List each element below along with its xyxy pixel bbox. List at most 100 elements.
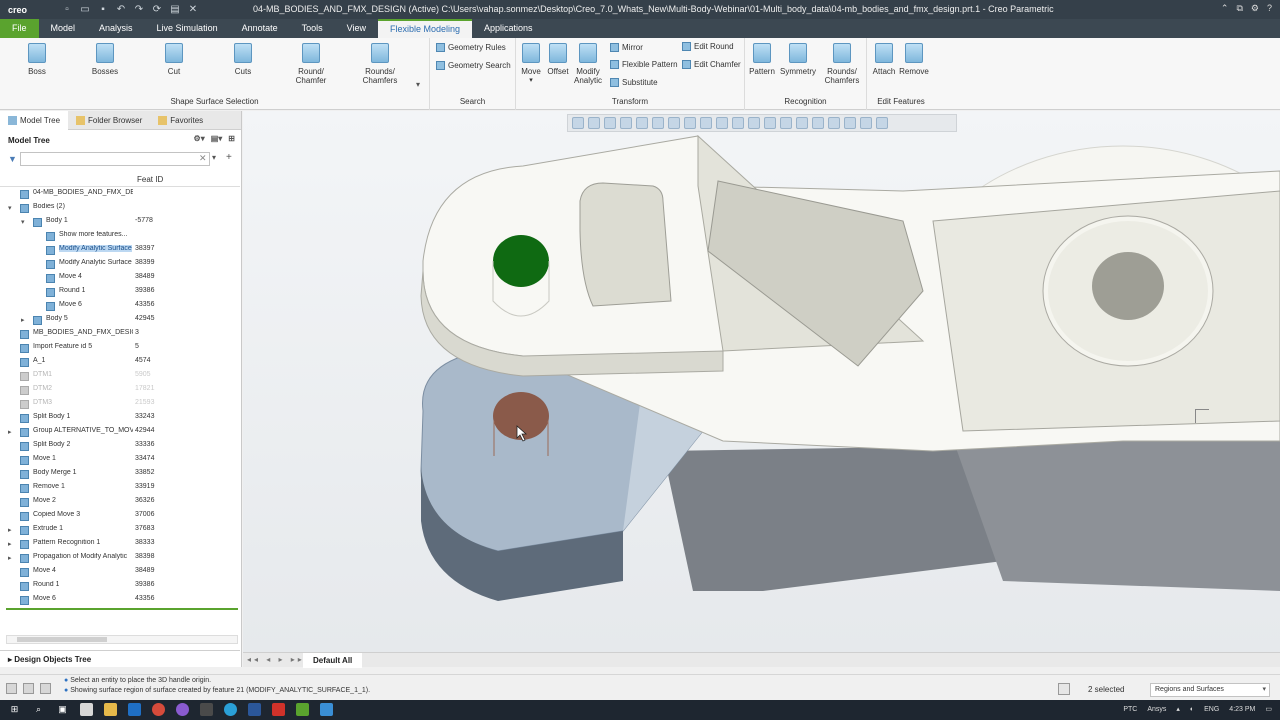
cuts-button[interactable]: Cuts bbox=[218, 43, 268, 76]
rounds-chamfers-button[interactable]: Rounds/ Chamfers bbox=[355, 43, 405, 85]
mirror-button[interactable]: Mirror bbox=[610, 43, 643, 52]
undo-icon[interactable]: ↶ bbox=[115, 4, 127, 16]
tree-row[interactable]: Move 2 36326 bbox=[0, 495, 240, 509]
tree-row[interactable]: Copied Move 3 37006 bbox=[0, 509, 240, 523]
toggle-navigator-icon[interactable] bbox=[6, 683, 17, 694]
tree-search-input[interactable] bbox=[20, 152, 210, 166]
notifications-icon[interactable]: ▭ bbox=[1265, 705, 1272, 713]
3d-model-view[interactable] bbox=[243, 111, 1280, 652]
expand-toggle-icon[interactable]: ▸ bbox=[8, 554, 15, 562]
tab-favorites[interactable]: Favorites bbox=[150, 111, 211, 130]
tab-live-simulation[interactable]: Live Simulation bbox=[145, 19, 230, 38]
tree-row[interactable]: Move 4 38489 bbox=[0, 565, 240, 579]
new-icon[interactable]: ▫ bbox=[61, 4, 73, 16]
tree-row[interactable]: Show more features... bbox=[0, 229, 240, 243]
tree-filter-icon[interactable]: ⊞ bbox=[228, 134, 235, 143]
tab-applications[interactable]: Applications bbox=[472, 19, 545, 38]
symmetry-button[interactable]: Symmetry bbox=[773, 43, 823, 76]
tab-folder-browser[interactable]: Folder Browser bbox=[68, 111, 150, 130]
redo-icon[interactable]: ↷ bbox=[133, 4, 145, 16]
scrollbar-thumb[interactable] bbox=[17, 637, 107, 642]
tree-row[interactable]: Move 6 43356 bbox=[0, 299, 240, 313]
close-window-icon[interactable]: ✕ bbox=[187, 4, 199, 16]
tree-row[interactable]: Import Feature id 5 5 bbox=[0, 341, 240, 355]
chrome-icon[interactable] bbox=[152, 703, 165, 716]
tree-row[interactable]: ▸ Propagation of Modify Analytic 38398 bbox=[0, 551, 240, 565]
tab-flexible-modeling[interactable]: Flexible Modeling bbox=[377, 19, 473, 38]
edit-chamfer-button[interactable]: Edit Chamfer bbox=[682, 60, 741, 69]
cut-button[interactable]: Cut bbox=[149, 43, 199, 76]
restore-icon[interactable]: ⧉ bbox=[1236, 3, 1242, 14]
outlook-icon[interactable] bbox=[128, 703, 141, 716]
tree-row[interactable]: DTM1 5905 bbox=[0, 369, 240, 383]
help-icon[interactable]: ? bbox=[1267, 3, 1272, 14]
tree-row[interactable]: DTM3 21593 bbox=[0, 397, 240, 411]
settings-icon[interactable]: ⚙ bbox=[1251, 3, 1259, 14]
app-icon[interactable] bbox=[200, 703, 213, 716]
round-chamfer-button[interactable]: Round/ Chamfer bbox=[286, 43, 336, 85]
tree-row[interactable]: Remove 1 33919 bbox=[0, 481, 240, 495]
modify-analytic-button[interactable]: Modify Analytic bbox=[568, 43, 608, 85]
tree-row[interactable]: Split Body 2 33336 bbox=[0, 439, 240, 453]
tray-ansys[interactable]: Ansys bbox=[1147, 706, 1166, 713]
tray-clock[interactable]: 4:23 PM bbox=[1229, 706, 1255, 713]
tree-row[interactable]: Split Body 1 33243 bbox=[0, 411, 240, 425]
expand-toggle-icon[interactable]: ▾ bbox=[21, 218, 28, 226]
full-screen-icon[interactable] bbox=[40, 683, 51, 694]
tree-columns-icon[interactable]: ▤▾ bbox=[211, 134, 223, 143]
webex-icon[interactable] bbox=[224, 703, 237, 716]
tray-ptc[interactable]: PTC bbox=[1123, 706, 1137, 713]
tab-annotate[interactable]: Annotate bbox=[230, 19, 290, 38]
selected-hole-top[interactable] bbox=[493, 235, 549, 287]
search-icon[interactable]: ⌕ bbox=[32, 703, 45, 716]
tab-model[interactable]: Model bbox=[39, 19, 88, 38]
pdf-icon[interactable] bbox=[272, 703, 285, 716]
tree-row[interactable]: Body Merge 1 33852 bbox=[0, 467, 240, 481]
expand-toggle-icon[interactable]: ▸ bbox=[8, 526, 15, 534]
tab-file[interactable]: File bbox=[0, 19, 39, 38]
tab-view[interactable]: View bbox=[335, 19, 378, 38]
tree-row[interactable]: 04-MB_BODIES_AND_FMX_DESIGN.P bbox=[0, 187, 240, 201]
regenerate-icon[interactable]: ⟳ bbox=[151, 4, 163, 16]
geometry-rules-button[interactable]: Geometry Rules bbox=[436, 43, 506, 52]
expand-toggle-icon[interactable]: ▾ bbox=[8, 204, 15, 212]
open-icon[interactable]: ▭ bbox=[79, 4, 91, 16]
windows-start-icon[interactable]: ⊞ bbox=[8, 703, 21, 716]
expand-toggle-icon[interactable]: ▸ bbox=[8, 540, 15, 548]
substitute-button[interactable]: Substitute bbox=[610, 78, 658, 87]
selected-count[interactable]: 2 selected bbox=[1088, 685, 1124, 694]
tree-row[interactable]: ▸ Extrude 1 37683 bbox=[0, 523, 240, 537]
windows-icon[interactable]: ▤ bbox=[169, 4, 181, 16]
default-all-tab[interactable]: Default All bbox=[303, 653, 363, 668]
tree-horizontal-scrollbar[interactable] bbox=[6, 635, 238, 644]
insert-here-marker[interactable] bbox=[6, 608, 238, 610]
selection-icon[interactable] bbox=[1058, 683, 1070, 695]
tree-row[interactable]: ▾ Body 1 -5778 bbox=[0, 215, 240, 229]
settings-app-icon[interactable] bbox=[320, 703, 333, 716]
selection-filter-dropdown[interactable]: Regions and Surfaces bbox=[1150, 683, 1270, 697]
tree-row[interactable]: Modify Analytic Surface 38399 bbox=[0, 257, 240, 271]
network-icon[interactable]: ▴ bbox=[1176, 705, 1180, 713]
tree-row[interactable]: Move 6 43356 bbox=[0, 593, 240, 607]
flexible-pattern-button[interactable]: Flexible Pattern bbox=[610, 60, 678, 69]
file-explorer-icon[interactable] bbox=[104, 703, 117, 716]
tree-row[interactable]: A_1 4574 bbox=[0, 355, 240, 369]
tree-settings-icon[interactable]: ⚙▾ bbox=[194, 134, 205, 143]
group-dropdown-icon[interactable]: ▾ bbox=[416, 80, 420, 89]
tree-row[interactable]: DTM2 17821 bbox=[0, 383, 240, 397]
store-icon[interactable] bbox=[80, 703, 93, 716]
remove-button[interactable]: Remove bbox=[889, 43, 939, 76]
tree-row[interactable]: Round 1 39386 bbox=[0, 285, 240, 299]
expand-toggle-icon[interactable]: ▸ bbox=[21, 316, 28, 324]
expand-toggle-icon[interactable]: ▸ bbox=[8, 428, 15, 436]
task-view-icon[interactable]: ▣ bbox=[56, 703, 69, 716]
geometry-search-button[interactable]: Geometry Search bbox=[436, 61, 511, 70]
edit-round-button[interactable]: Edit Round bbox=[682, 42, 734, 51]
toggle-browser-icon[interactable] bbox=[23, 683, 34, 694]
volume-icon[interactable]: ◐ bbox=[1190, 706, 1194, 713]
word-icon[interactable] bbox=[248, 703, 261, 716]
feat-id-column-header[interactable]: Feat ID bbox=[0, 173, 240, 187]
tree-row[interactable]: Move 1 33474 bbox=[0, 453, 240, 467]
creo-taskbar-icon[interactable] bbox=[296, 703, 309, 716]
boss-button[interactable]: Boss bbox=[12, 43, 62, 76]
